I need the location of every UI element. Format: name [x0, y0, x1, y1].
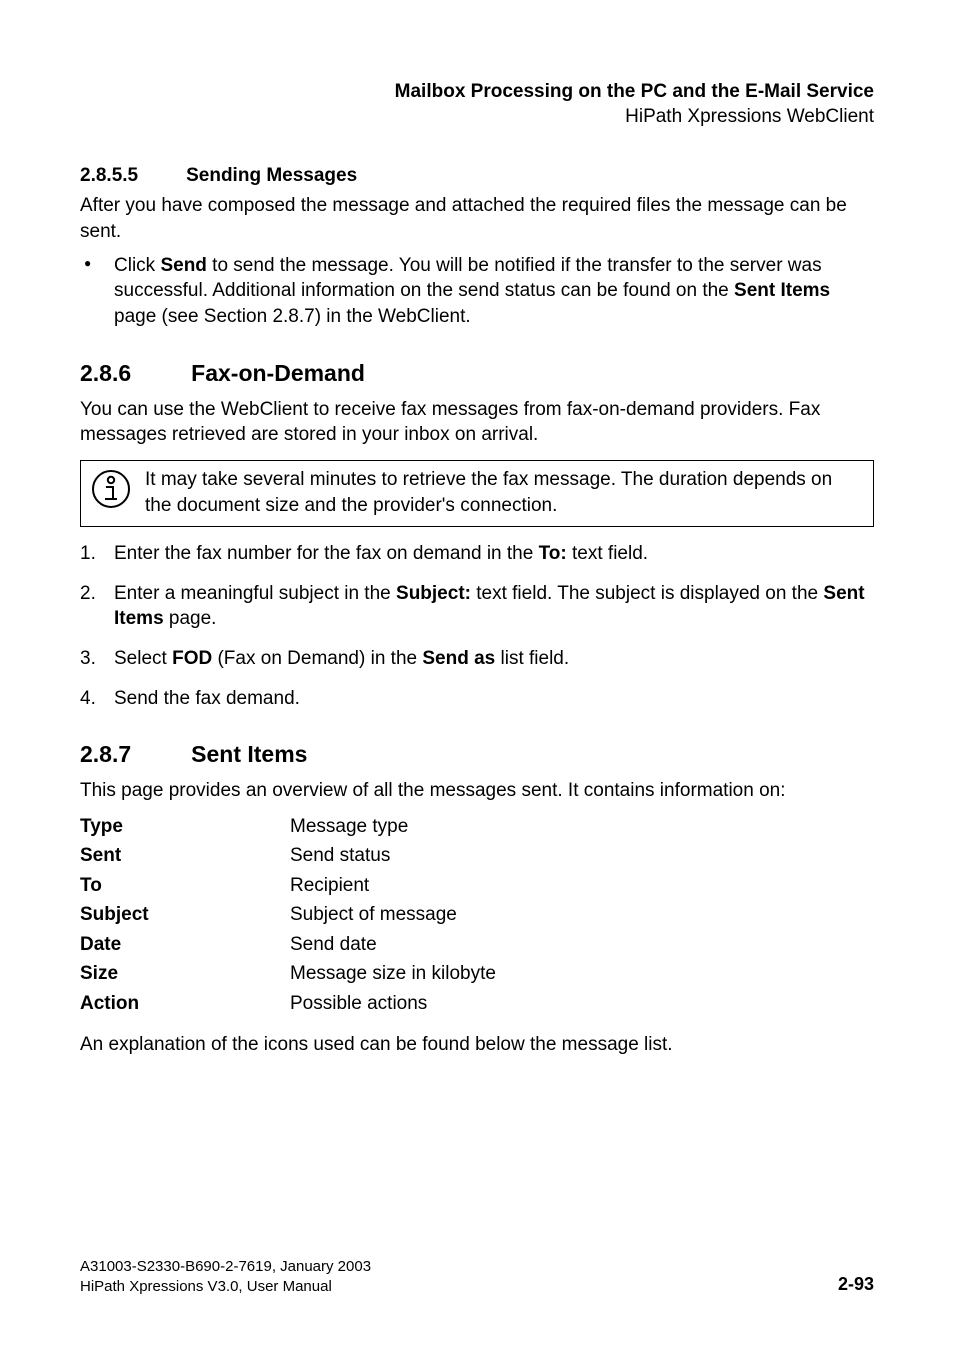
step-number: 1.: [80, 541, 96, 567]
note-box: It may take several minutes to retrieve …: [80, 460, 874, 527]
definition-desc: Recipient: [290, 871, 874, 900]
definition-row: Type Message type: [80, 812, 874, 841]
section-286-intro: You can use the WebClient to receive fax…: [80, 397, 874, 448]
bold-fod: FOD: [172, 648, 212, 669]
footer-left: A31003-S2330-B690-2-7619, January 2003 H…: [80, 1257, 371, 1296]
definition-list: Type Message type Sent Send status To Re…: [80, 812, 874, 1018]
definition-row: Subject Subject of message: [80, 900, 874, 929]
section-287-outro: An explanation of the icons used can be …: [80, 1032, 874, 1058]
text-fragment: list field.: [495, 648, 569, 669]
definition-term: Type: [80, 812, 290, 841]
text-fragment: (Fax on Demand) in the: [212, 648, 422, 669]
page-footer: A31003-S2330-B690-2-7619, January 2003 H…: [80, 1257, 874, 1296]
definition-row: Date Send date: [80, 930, 874, 959]
page-number: 2-93: [838, 1273, 874, 1296]
footer-line2: HiPath Xpressions V3.0, User Manual: [80, 1277, 371, 1297]
header-title: Mailbox Processing on the PC and the E-M…: [80, 80, 874, 105]
definition-desc: Message size in kilobyte: [290, 959, 874, 988]
definition-row: To Recipient: [80, 871, 874, 900]
text-fragment: Enter the fax number for the fax on dema…: [114, 543, 539, 564]
bold-to: To:: [539, 543, 567, 564]
bold-send: Send: [160, 255, 206, 276]
definition-desc: Possible actions: [290, 989, 874, 1018]
definition-term: To: [80, 871, 290, 900]
definition-desc: Subject of message: [290, 900, 874, 929]
section-title: Sent Items: [191, 741, 307, 768]
section-2855-heading: 2.8.5.5 Sending Messages: [80, 165, 874, 187]
text-fragment: Enter a meaningful subject in the: [114, 583, 396, 604]
step-item: 2. Enter a meaningful subject in the Sub…: [80, 581, 874, 632]
info-icon: [91, 469, 131, 514]
running-header: Mailbox Processing on the PC and the E-M…: [80, 80, 874, 129]
definition-desc: Send status: [290, 841, 874, 870]
definition-desc: Send date: [290, 930, 874, 959]
step-number: 4.: [80, 686, 96, 712]
page: Mailbox Processing on the PC and the E-M…: [0, 0, 954, 1352]
step-item: 3. Select FOD (Fax on Demand) in the Sen…: [80, 646, 874, 672]
section-title: Sending Messages: [186, 165, 357, 187]
section-287-heading: 2.8.7 Sent Items: [80, 741, 874, 768]
text-fragment: page (see Section 2.8.7) in the WebClien…: [114, 306, 471, 327]
section-287-intro: This page provides an overview of all th…: [80, 778, 874, 804]
definition-term: Size: [80, 959, 290, 988]
bold-send-as: Send as: [422, 648, 495, 669]
bold-sent-items: Sent Items: [734, 280, 830, 301]
header-subtitle: HiPath Xpressions WebClient: [80, 105, 874, 130]
step-item: 1. Enter the fax number for the fax on d…: [80, 541, 874, 567]
bullet-item: Click Send to send the message. You will…: [80, 253, 874, 330]
section-2855-bullets: Click Send to send the message. You will…: [80, 253, 874, 330]
definition-desc: Message type: [290, 812, 874, 841]
definition-row: Sent Send status: [80, 841, 874, 870]
text-fragment: text field.: [567, 543, 648, 564]
definition-term: Action: [80, 989, 290, 1018]
text-fragment: to send the message. You will be notifie…: [114, 255, 822, 302]
step-number: 3.: [80, 646, 96, 672]
definition-term: Date: [80, 930, 290, 959]
bold-subject: Subject:: [396, 583, 471, 604]
section-number: 2.8.6: [80, 360, 131, 387]
text-fragment: Select: [114, 648, 172, 669]
section-number: 2.8.7: [80, 741, 131, 768]
section-number: 2.8.5.5: [80, 165, 138, 187]
definition-row: Action Possible actions: [80, 989, 874, 1018]
section-286-heading: 2.8.6 Fax-on-Demand: [80, 360, 874, 387]
step-item: 4. Send the fax demand.: [80, 686, 874, 712]
text-fragment: Click: [114, 255, 160, 276]
section-title: Fax-on-Demand: [191, 360, 365, 387]
definition-term: Subject: [80, 900, 290, 929]
text-fragment: Send the fax demand.: [114, 688, 300, 709]
section-286-steps: 1. Enter the fax number for the fax on d…: [80, 541, 874, 711]
definition-term: Sent: [80, 841, 290, 870]
text-fragment: page.: [164, 608, 217, 629]
text-fragment: text field. The subject is displayed on …: [471, 583, 823, 604]
section-2855-intro: After you have composed the message and …: [80, 193, 874, 244]
definition-row: Size Message size in kilobyte: [80, 959, 874, 988]
footer-line1: A31003-S2330-B690-2-7619, January 2003: [80, 1257, 371, 1277]
note-text: It may take several minutes to retrieve …: [145, 467, 863, 518]
step-number: 2.: [80, 581, 96, 607]
